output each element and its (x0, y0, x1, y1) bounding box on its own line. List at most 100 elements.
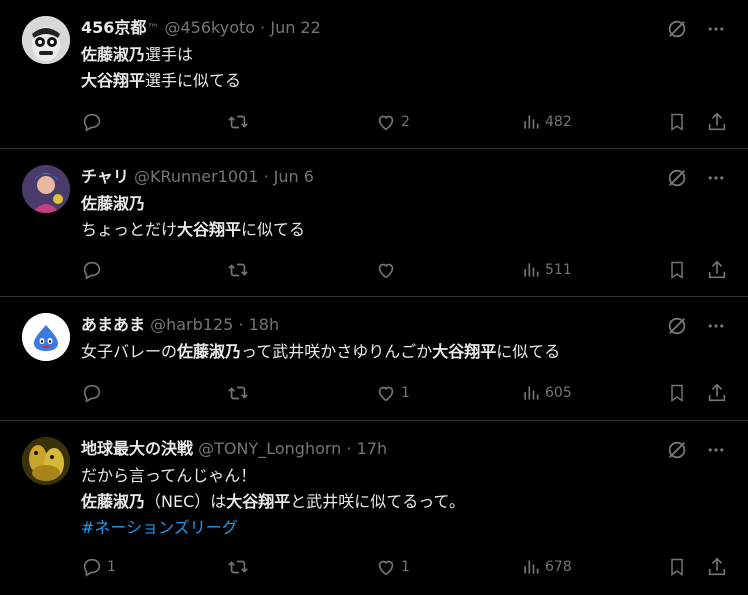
user-handle[interactable]: @harb125 (150, 315, 233, 334)
tweet[interactable]: あまあま @harb125 · 18h 女子バレーの佐藤淑乃って武井咲かさゆりん… (0, 297, 748, 421)
user-handle[interactable]: @KRunner1001 (134, 167, 258, 186)
display-name[interactable]: 456京都 (81, 18, 146, 37)
retweet-button[interactable] (227, 382, 253, 404)
retweet-button[interactable] (227, 556, 253, 578)
bookmark-icon (671, 384, 683, 402)
avatar-image (22, 165, 70, 213)
separator-dot: · (260, 18, 266, 37)
like-button[interactable]: 2 (375, 111, 410, 133)
tweet-text: 佐藤淑乃選手は 大谷翔平選手に似てる (81, 42, 241, 94)
more-icon[interactable] (706, 168, 726, 192)
avatar[interactable] (22, 313, 70, 361)
plain-text: 選手に似てる (145, 71, 242, 90)
tweet-top-actions (666, 439, 726, 465)
reply-icon (83, 384, 101, 403)
reply-button[interactable] (81, 259, 107, 281)
grok-icon[interactable] (666, 167, 688, 193)
avatar[interactable] (22, 165, 70, 213)
tweet[interactable]: 456京都™ @456kyoto · Jun 22 佐藤淑乃選手は 大谷翔平選手… (0, 0, 748, 149)
timeline-feed: 456京都™ @456kyoto · Jun 22 佐藤淑乃選手は 大谷翔平選手… (0, 0, 748, 595)
like-count: 1 (401, 385, 410, 401)
share-button[interactable] (706, 259, 728, 281)
like-count: 2 (401, 114, 410, 130)
plain-text: 女子バレーの (81, 342, 178, 361)
like-icon (378, 115, 394, 131)
more-icon[interactable] (706, 440, 726, 464)
name-badge: ™ (146, 22, 160, 37)
retweet-button[interactable] (227, 259, 253, 281)
views-button[interactable]: 482 (521, 112, 572, 132)
timestamp[interactable]: 17h (357, 439, 388, 458)
tweet-line: 佐藤淑乃選手は (81, 42, 241, 68)
share-button[interactable] (706, 382, 728, 404)
tweet-line: 女子バレーの佐藤淑乃って武井咲かさゆりんごか大谷翔平に似てる (81, 339, 560, 365)
display-name[interactable]: あまあま (81, 315, 145, 334)
views-count: 678 (545, 559, 572, 575)
reply-button[interactable] (81, 111, 107, 133)
tweet-text: 女子バレーの佐藤淑乃って武井咲かさゆりんごか大谷翔平に似てる (81, 339, 560, 365)
like-button[interactable]: 1 (375, 382, 410, 404)
plain-text: だから言ってんじゃん！ (81, 466, 257, 485)
bookmark-button[interactable] (667, 111, 687, 133)
highlight-text: 佐藤淑乃 (177, 342, 242, 361)
timestamp[interactable]: Jun 22 (270, 18, 320, 37)
more-icon[interactable] (706, 316, 726, 340)
highlight-text: 佐藤淑乃 (81, 492, 146, 511)
separator-dot: · (346, 439, 352, 458)
reply-button[interactable]: 1 (81, 556, 116, 578)
action-bar: 2 482 (81, 110, 728, 134)
action-bar: 1 1 678 (81, 555, 728, 579)
reply-button[interactable] (81, 382, 107, 404)
grok-icon[interactable] (666, 439, 688, 465)
bookmark-button[interactable] (667, 259, 687, 281)
reply-icon (83, 113, 101, 132)
highlight-text: 大谷翔平 (81, 71, 146, 90)
like-icon (378, 560, 394, 576)
user-handle[interactable]: @TONY_Longhorn (198, 439, 341, 458)
views-button[interactable]: 511 (521, 260, 572, 280)
tweet-text: 佐藤淑乃 ちょっとだけ大谷翔平に似てる (81, 191, 305, 243)
tweet[interactable]: 地球最大の決戦 @TONY_Longhorn · 17h だから言ってんじゃん！… (0, 421, 748, 595)
share-icon (708, 557, 726, 576)
tweet[interactable]: チャリ @KRunner1001 · Jun 6 佐藤淑乃 ちょっとだけ大谷翔平… (0, 149, 748, 297)
hashtag-link[interactable]: #ネーションズリーグ (81, 518, 238, 537)
views-icon (524, 263, 539, 277)
views-count: 511 (545, 262, 572, 278)
bookmark-button[interactable] (667, 382, 687, 404)
timestamp[interactable]: 18h (249, 315, 280, 334)
avatar[interactable] (22, 437, 70, 485)
timestamp[interactable]: Jun 6 (274, 167, 314, 186)
highlight-text: 佐藤淑乃 (81, 45, 146, 64)
grok-icon[interactable] (666, 315, 688, 341)
views-icon (524, 115, 539, 129)
tweet-text: だから言ってんじゃん！ 佐藤淑乃（NEC）は大谷翔平と武井咲に似てるって。 #ネ… (81, 463, 465, 541)
share-button[interactable] (706, 111, 728, 133)
display-name[interactable]: チャリ (81, 167, 129, 186)
plain-text: 選手は (145, 45, 194, 64)
avatar[interactable] (22, 16, 70, 64)
highlight-text: 大谷翔平 (177, 220, 242, 239)
share-button[interactable] (706, 556, 728, 578)
like-button[interactable]: 1 (375, 556, 410, 578)
user-handle[interactable]: @456kyoto (165, 18, 256, 37)
separator-dot: · (238, 315, 244, 334)
grok-icon[interactable] (666, 18, 688, 44)
like-button[interactable] (375, 259, 401, 281)
action-bar: 511 (81, 258, 728, 282)
views-button[interactable]: 605 (521, 383, 572, 403)
tweet-line: だから言ってんじゃん！ (81, 463, 465, 489)
retweet-button[interactable] (227, 111, 253, 133)
highlight-text: 佐藤淑乃 (81, 194, 146, 213)
bookmark-button[interactable] (667, 556, 687, 578)
plain-text: って武井咲かさゆりんごか (241, 342, 433, 361)
views-button[interactable]: 678 (521, 557, 572, 577)
more-icon[interactable] (706, 19, 726, 43)
display-name[interactable]: 地球最大の決戦 (81, 439, 193, 458)
retweet-icon (228, 386, 248, 400)
tweet-line: #ネーションズリーグ (81, 515, 465, 541)
views-icon (524, 560, 539, 574)
plain-text: ちょっとだけ (81, 220, 178, 239)
highlight-text: 大谷翔平 (432, 342, 497, 361)
bookmark-icon (671, 261, 683, 279)
tweet-header: 地球最大の決戦 @TONY_Longhorn · 17h (81, 439, 387, 459)
